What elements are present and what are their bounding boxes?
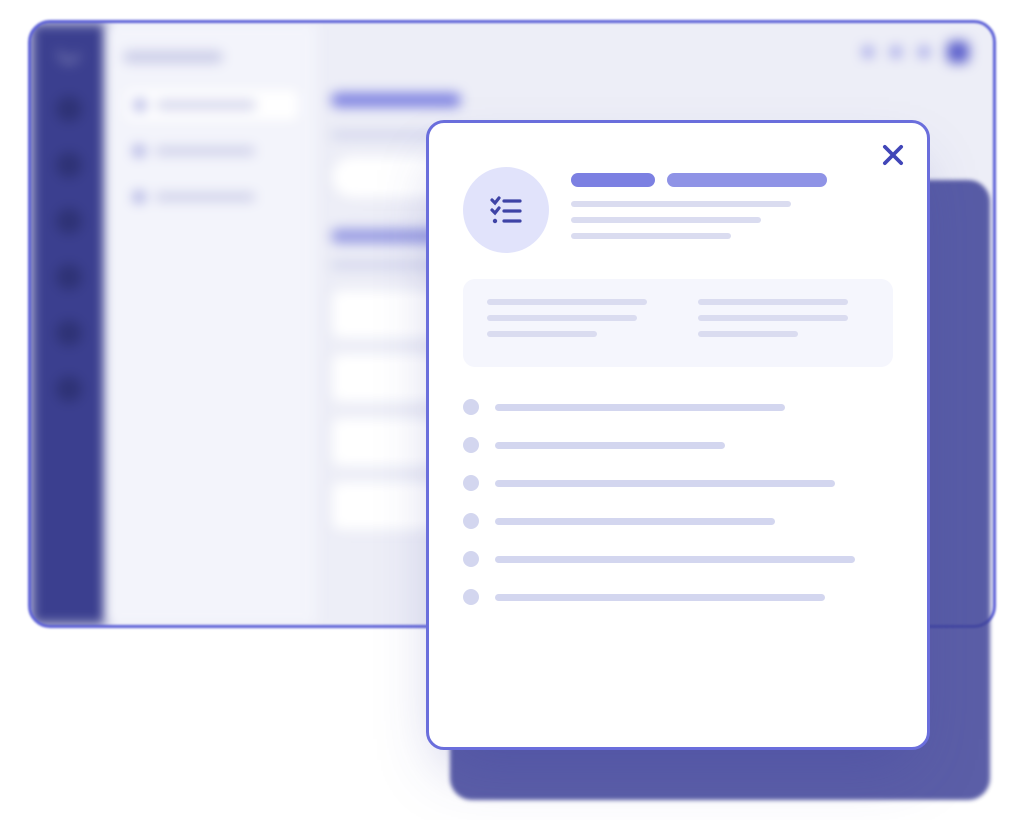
sidebar bbox=[107, 23, 317, 625]
logo-icon: ◡ bbox=[56, 34, 83, 68]
nav-rail: ◡ bbox=[31, 23, 107, 625]
rail-item[interactable] bbox=[56, 208, 82, 234]
text-line bbox=[698, 315, 848, 321]
text-line bbox=[571, 233, 731, 239]
checklist-item[interactable] bbox=[463, 551, 893, 567]
checklist-item[interactable] bbox=[463, 399, 893, 415]
modal-title-block bbox=[571, 167, 893, 249]
checklist-item-label bbox=[495, 480, 835, 487]
sidebar-item-label bbox=[155, 193, 255, 201]
dot-icon bbox=[134, 99, 146, 111]
sidebar-heading bbox=[123, 51, 223, 63]
text-line bbox=[698, 299, 848, 305]
text-line bbox=[487, 315, 637, 321]
close-icon bbox=[879, 141, 907, 169]
checklist-icon bbox=[463, 167, 549, 253]
text-line bbox=[571, 201, 791, 207]
bullet-icon bbox=[463, 513, 479, 529]
sidebar-item-label bbox=[155, 147, 255, 155]
checklist-item-label bbox=[495, 404, 785, 411]
checklist-item[interactable] bbox=[463, 513, 893, 529]
section-heading bbox=[331, 93, 461, 107]
checklist-item-label bbox=[495, 594, 825, 601]
avatar[interactable] bbox=[947, 41, 969, 63]
topbar-action-dot[interactable] bbox=[863, 47, 873, 57]
dot-icon bbox=[133, 145, 145, 157]
bullet-icon bbox=[463, 589, 479, 605]
dot-icon bbox=[133, 191, 145, 203]
text-line bbox=[487, 331, 597, 337]
modal-title bbox=[571, 173, 655, 187]
info-column-right bbox=[698, 299, 869, 347]
sidebar-item[interactable] bbox=[123, 179, 301, 215]
modal-subtitle bbox=[667, 173, 827, 187]
checklist-item[interactable] bbox=[463, 475, 893, 491]
rail-item[interactable] bbox=[56, 96, 82, 122]
topbar bbox=[863, 41, 969, 63]
modal-dialog bbox=[426, 120, 930, 750]
rail-item[interactable] bbox=[56, 264, 82, 290]
text-line bbox=[571, 217, 761, 223]
info-box bbox=[463, 279, 893, 367]
rail-item[interactable] bbox=[56, 320, 82, 346]
close-button[interactable] bbox=[879, 141, 907, 169]
topbar-action-dot[interactable] bbox=[919, 47, 929, 57]
checklist bbox=[463, 399, 893, 605]
bullet-icon bbox=[463, 551, 479, 567]
info-column-left bbox=[487, 299, 658, 347]
checklist-item[interactable] bbox=[463, 437, 893, 453]
rail-item[interactable] bbox=[56, 152, 82, 178]
rail-item[interactable] bbox=[56, 376, 82, 402]
modal-header bbox=[463, 167, 893, 253]
sidebar-item[interactable] bbox=[123, 87, 301, 123]
checklist-item[interactable] bbox=[463, 589, 893, 605]
topbar-action-dot[interactable] bbox=[891, 47, 901, 57]
checklist-item-label bbox=[495, 556, 855, 563]
bullet-icon bbox=[463, 437, 479, 453]
text-line bbox=[487, 299, 647, 305]
sidebar-item-label bbox=[156, 101, 256, 109]
bullet-icon bbox=[463, 399, 479, 415]
checklist-item-label bbox=[495, 442, 725, 449]
bullet-icon bbox=[463, 475, 479, 491]
text-line bbox=[698, 331, 798, 337]
checklist-item-label bbox=[495, 518, 775, 525]
sidebar-item[interactable] bbox=[123, 133, 301, 169]
